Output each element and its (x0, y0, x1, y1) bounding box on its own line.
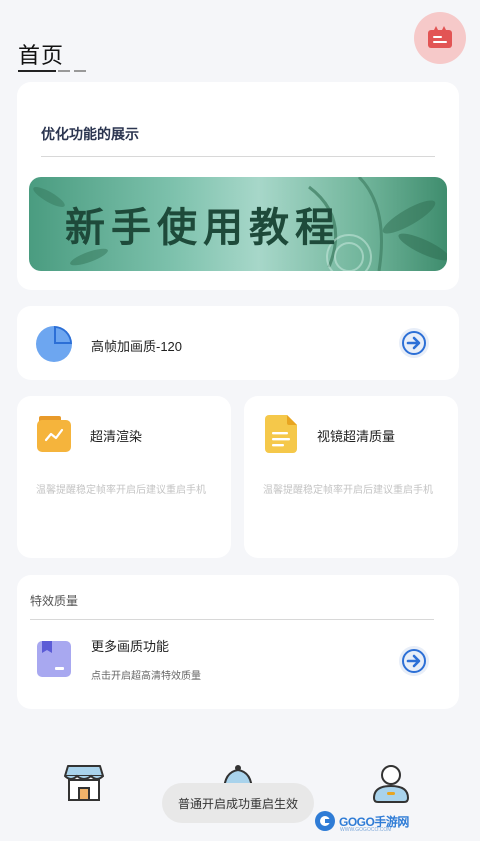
divider (30, 619, 434, 620)
card-title: 视镜超清质量 (317, 429, 396, 444)
divider (41, 156, 435, 157)
box-icon (37, 641, 71, 682)
chart-folder-icon (37, 416, 71, 457)
card-title: 超清渲染 (90, 429, 143, 444)
lens-quality-card[interactable]: 视镜超清质量 温馨提醒稳定帧率开启后建议重启手机 (244, 396, 458, 558)
profile-icon (372, 765, 410, 803)
store-icon (64, 765, 104, 801)
message-icon (428, 26, 452, 48)
pie-chart-icon (35, 325, 73, 368)
feature-showcase-card: 优化功能的展示 新手使用教程 (17, 82, 459, 290)
tutorial-banner[interactable]: 新手使用教程 (29, 177, 447, 271)
section-title: 优化功能的展示 (41, 126, 139, 142)
arrow-right-icon (402, 649, 426, 673)
watermark-logo: GOGO手游网 WWW.GOGOCO.COM (314, 808, 410, 834)
nav-profile[interactable] (371, 764, 411, 809)
more-quality-subtitle: 点击开启超高清特效质量 (91, 671, 201, 682)
more-go-button[interactable] (399, 646, 429, 676)
message-button[interactable] (414, 12, 466, 64)
watermark-subtext: WWW.GOGOCO.COM (340, 827, 392, 833)
effect-quality-card: 特效质量 更多画质功能 点击开启超高清特效质量 (17, 575, 459, 709)
fps-quality-card[interactable]: 高帧加画质-120 (17, 306, 459, 380)
ultra-render-card[interactable]: 超清渲染 温馨提醒稳定帧率开启后建议重启手机 (17, 396, 231, 558)
document-icon (265, 415, 297, 458)
title-underline (18, 70, 56, 72)
fps-label: 高帧加画质-120 (91, 339, 183, 354)
more-quality-title: 更多画质功能 (91, 639, 170, 654)
title-dash (58, 70, 70, 72)
banner-text: 新手使用教程 (65, 205, 341, 251)
header: 首页 (18, 38, 462, 78)
section-title: 特效质量 (30, 594, 79, 608)
card-tip: 温馨提醒稳定帧率开启后建议重启手机 (263, 485, 433, 496)
card-tip: 温馨提醒稳定帧率开启后建议重启手机 (36, 485, 206, 496)
arrow-right-icon (402, 331, 426, 355)
title-dash (74, 70, 86, 72)
gogo-logo-icon (315, 811, 335, 831)
nav-store[interactable] (64, 764, 104, 807)
toast-message: 普通开启成功重启生效 (162, 783, 314, 823)
fps-go-button[interactable] (399, 328, 429, 358)
page-title: 首页 (18, 43, 65, 68)
